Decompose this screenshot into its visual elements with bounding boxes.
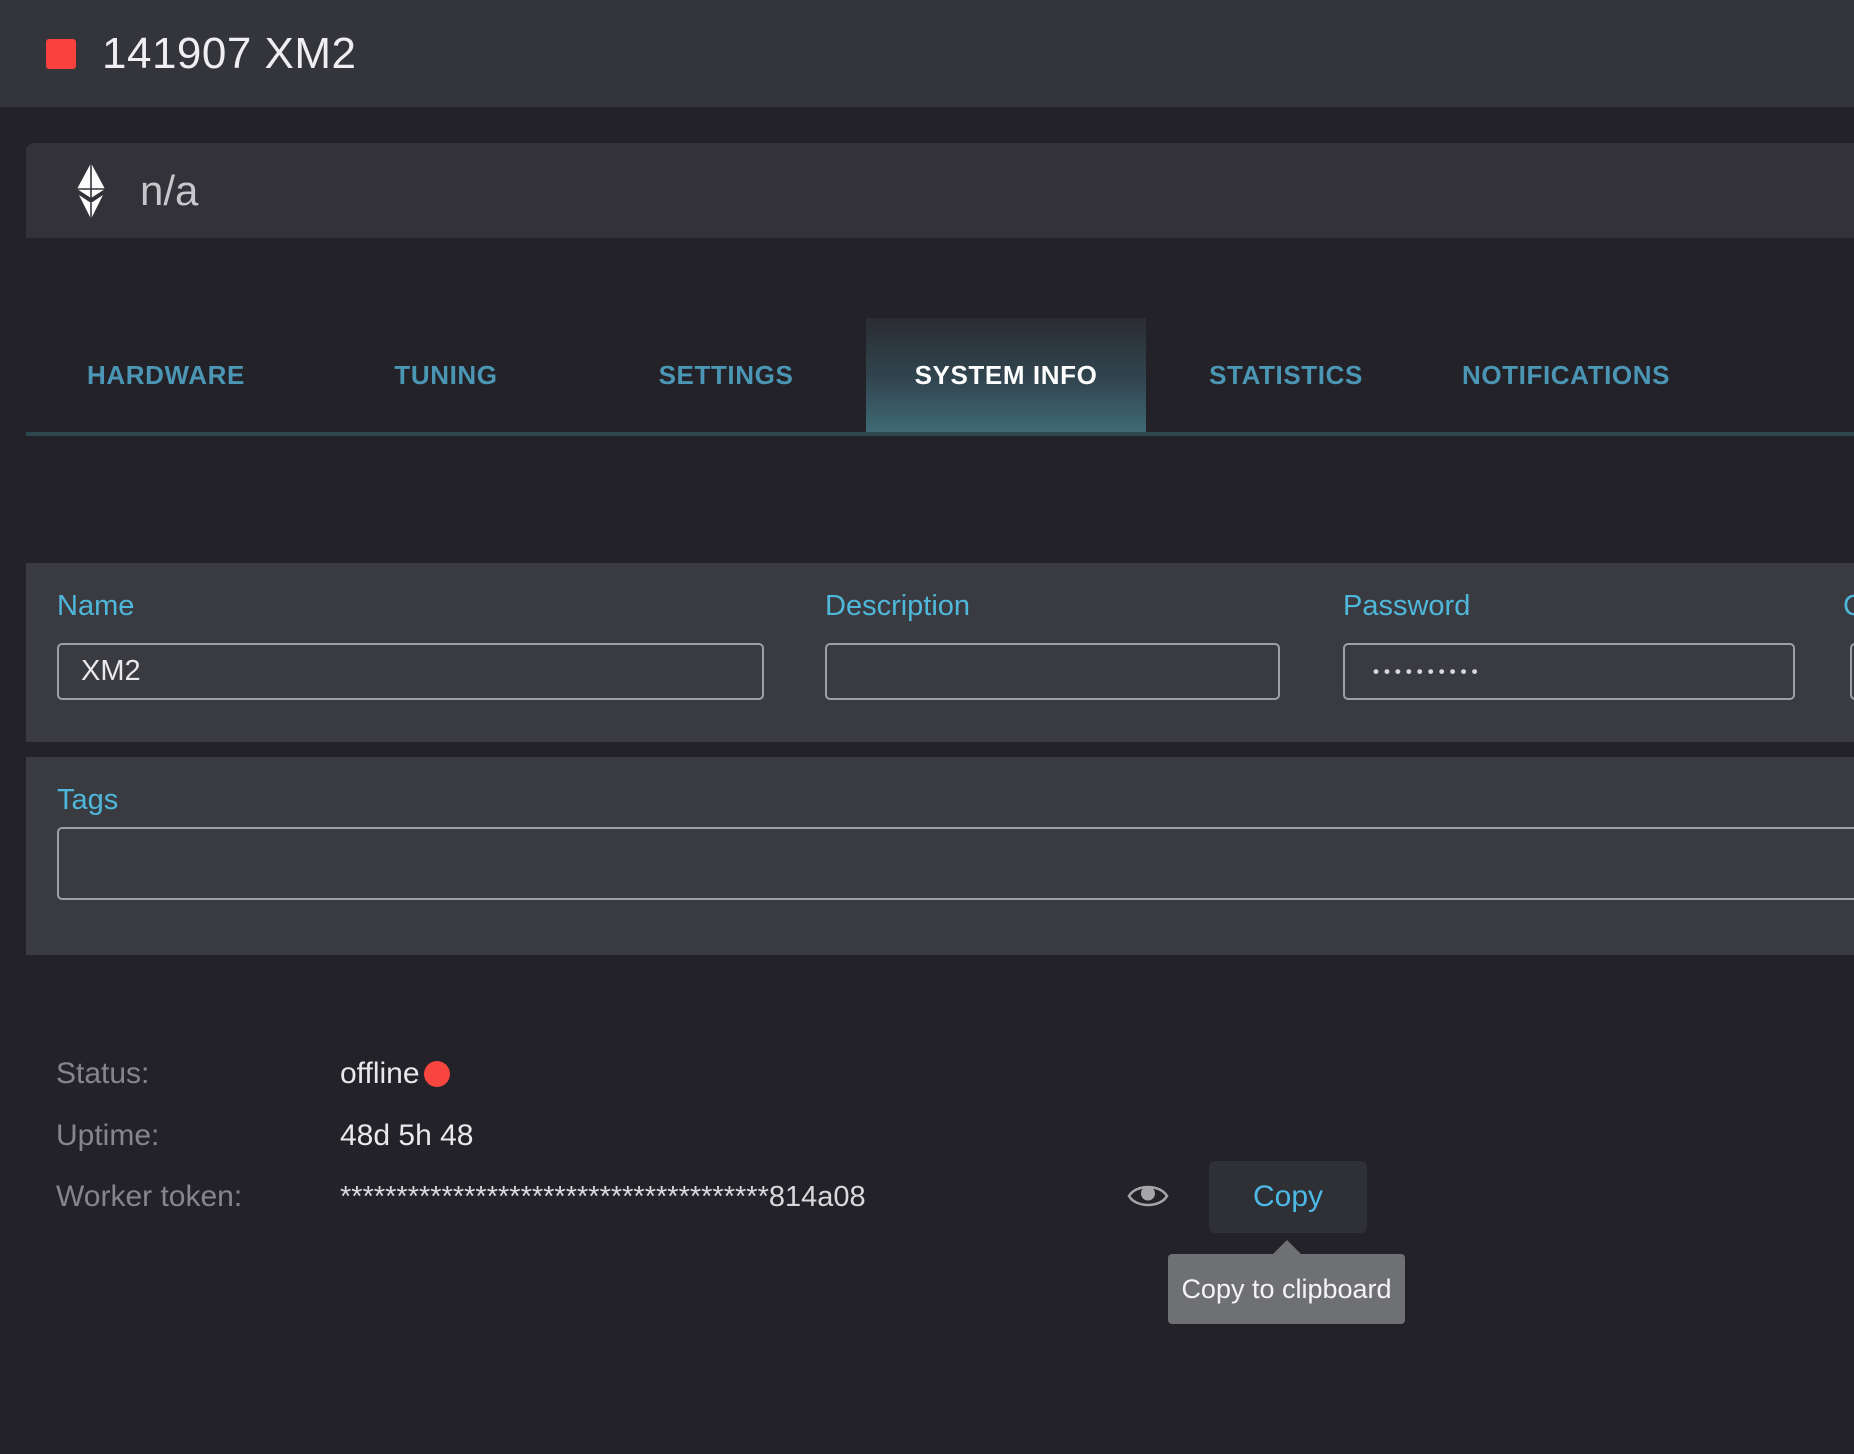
- description-label: Description: [825, 590, 971, 622]
- ethereum-icon: [77, 162, 105, 219]
- cutoff-field-input[interactable]: [1850, 643, 1854, 700]
- password-label: Password: [1343, 590, 1471, 622]
- page-title: 141907 XM2: [102, 28, 357, 78]
- tab-tuning[interactable]: TUNING: [306, 318, 586, 432]
- tags-label: Tags: [57, 784, 119, 816]
- name-input[interactable]: [57, 643, 764, 700]
- description-input[interactable]: [825, 643, 1280, 700]
- uptime-value: 48d 5h 48: [340, 1119, 474, 1152]
- name-label: Name: [57, 590, 135, 622]
- password-input[interactable]: [1343, 643, 1795, 700]
- tab-statistics-label: STATISTICS: [1209, 359, 1363, 390]
- tags-input[interactable]: [57, 827, 1854, 900]
- copy-tooltip: Copy to clipboard: [1168, 1254, 1405, 1324]
- uptime-label: Uptime:: [56, 1119, 160, 1152]
- worker-token-label: Worker token:: [56, 1180, 243, 1213]
- coin-bar: n/a: [26, 143, 1854, 238]
- tab-bar: HARDWARE TUNING SETTINGS SYSTEM INFO STA…: [26, 318, 1854, 432]
- tab-system-info[interactable]: SYSTEM INFO: [866, 318, 1146, 432]
- tab-system-info-label: SYSTEM INFO: [914, 359, 1098, 390]
- cutoff-field-label: C: [1843, 590, 1854, 622]
- worker-page: 141907 XM2 n/a HARDWARE TUNING SETTINGS …: [0, 0, 1854, 1454]
- status-label: Status:: [56, 1057, 150, 1090]
- worker-token-value: **************************************81…: [340, 1181, 866, 1213]
- page-header: 141907 XM2: [0, 0, 1854, 107]
- offline-status-dot-icon: [424, 1061, 450, 1087]
- tooltip-arrow: [1273, 1240, 1301, 1254]
- status-value: offline: [340, 1057, 420, 1090]
- tab-tuning-label: TUNING: [394, 359, 498, 390]
- tab-underline: [26, 432, 1854, 436]
- coin-value: n/a: [140, 166, 199, 214]
- tab-notifications-label: NOTIFICATIONS: [1461, 359, 1671, 390]
- tab-notifications[interactable]: NOTIFICATIONS: [1426, 318, 1706, 432]
- tab-hardware[interactable]: HARDWARE: [26, 318, 306, 432]
- tab-hardware-label: HARDWARE: [87, 359, 245, 390]
- tab-statistics[interactable]: STATISTICS: [1146, 318, 1426, 432]
- tab-settings-label: SETTINGS: [658, 359, 794, 390]
- worker-status-square-icon: [46, 38, 76, 69]
- system-info-form-panel: Name Description Password C: [26, 563, 1854, 742]
- reveal-token-eye-icon[interactable]: [1126, 1180, 1170, 1212]
- tags-panel: Tags: [26, 757, 1854, 955]
- tab-settings[interactable]: SETTINGS: [586, 318, 866, 432]
- copy-token-button[interactable]: Copy: [1209, 1161, 1367, 1233]
